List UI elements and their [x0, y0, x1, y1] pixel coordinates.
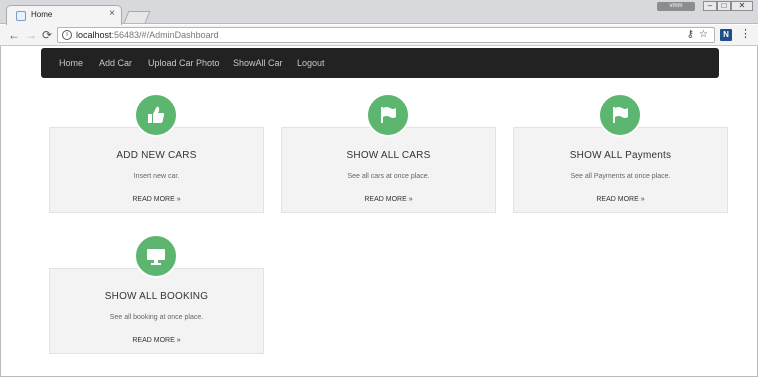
card-show-all-payments: SHOW ALL Payments See all Payments at on…	[513, 127, 728, 213]
forward-icon[interactable]: →	[25, 28, 37, 42]
card-description: See all booking at once place.	[109, 314, 204, 321]
card-add-new-cars: ADD NEW CARS Insert new car. READ MORE »	[49, 127, 264, 213]
read-more-link[interactable]: READ MORE »	[514, 196, 727, 203]
read-more-link[interactable]: READ MORE »	[282, 196, 495, 203]
nav-show-all-car[interactable]: ShowAll Car	[233, 48, 283, 78]
card-show-all-cars: SHOW ALL CARS See all cars at once place…	[281, 127, 496, 213]
nav-logout[interactable]: Logout	[297, 48, 325, 78]
flag-icon	[613, 107, 628, 123]
read-more-link[interactable]: READ MORE »	[50, 337, 263, 344]
page-favicon-icon	[16, 11, 26, 21]
flag-icon	[381, 107, 396, 123]
browser-menu-icon[interactable]: ⋮	[740, 28, 751, 41]
site-info-icon[interactable]: i	[62, 30, 72, 40]
tab-title: Home	[31, 10, 53, 19]
card-title: SHOW ALL CARS	[346, 150, 431, 161]
back-icon[interactable]: ←	[8, 28, 20, 42]
address-bar[interactable]: i localhost:56483/#/AdminDashboard ⚷ ☆	[57, 27, 715, 43]
window-close-button[interactable]: ✕	[731, 1, 753, 11]
read-more-link[interactable]: READ MORE »	[50, 196, 263, 203]
thumbs-up-icon	[148, 106, 165, 123]
nav-home[interactable]: Home	[59, 48, 83, 78]
browser-tab-home[interactable]: Home ×	[6, 5, 122, 25]
window-maximize-button[interactable]: □	[717, 1, 731, 11]
window-user-badge: vmm	[657, 2, 695, 11]
card-title: ADD NEW CARS	[116, 150, 197, 161]
key-icon[interactable]: ⚷	[687, 29, 694, 41]
extension-icon[interactable]: N	[720, 29, 732, 41]
icon-circle	[134, 234, 178, 278]
card-show-all-booking: SHOW ALL BOOKING See all booking at once…	[49, 268, 264, 354]
card-description: See all cars at once place.	[347, 173, 430, 180]
url-text[interactable]: localhost:56483/#/AdminDashboard	[76, 30, 219, 40]
window-minimize-button[interactable]: –	[703, 1, 717, 11]
main-navbar: Home Add Car Upload Car Photo ShowAll Ca…	[41, 48, 719, 78]
url-host: localhost	[76, 30, 112, 40]
new-tab-button[interactable]	[123, 11, 151, 23]
icon-circle	[598, 93, 642, 137]
nav-upload-car-photo[interactable]: Upload Car Photo	[148, 48, 220, 78]
bookmark-star-icon[interactable]: ☆	[699, 29, 708, 41]
card-description: Insert new car.	[133, 173, 180, 180]
card-description: See all Payments at once place.	[570, 173, 671, 180]
nav-add-car[interactable]: Add Car	[99, 48, 132, 78]
tab-close-icon[interactable]: ×	[109, 8, 115, 20]
url-path: :56483/#/AdminDashboard	[111, 30, 219, 40]
page-viewport: Home Add Car Upload Car Photo ShowAll Ca…	[0, 46, 758, 377]
reload-icon[interactable]: ⟳	[42, 28, 52, 42]
icon-circle	[134, 93, 178, 137]
icon-circle	[366, 93, 410, 137]
monitor-icon	[147, 249, 165, 265]
card-title: SHOW ALL Payments	[569, 150, 672, 161]
browser-toolbar: ← → ⟳ i localhost:56483/#/AdminDashboard…	[0, 25, 758, 46]
browser-titlebar: Home × vmm – □ ✕	[0, 0, 758, 25]
card-title: SHOW ALL BOOKING	[104, 291, 209, 302]
